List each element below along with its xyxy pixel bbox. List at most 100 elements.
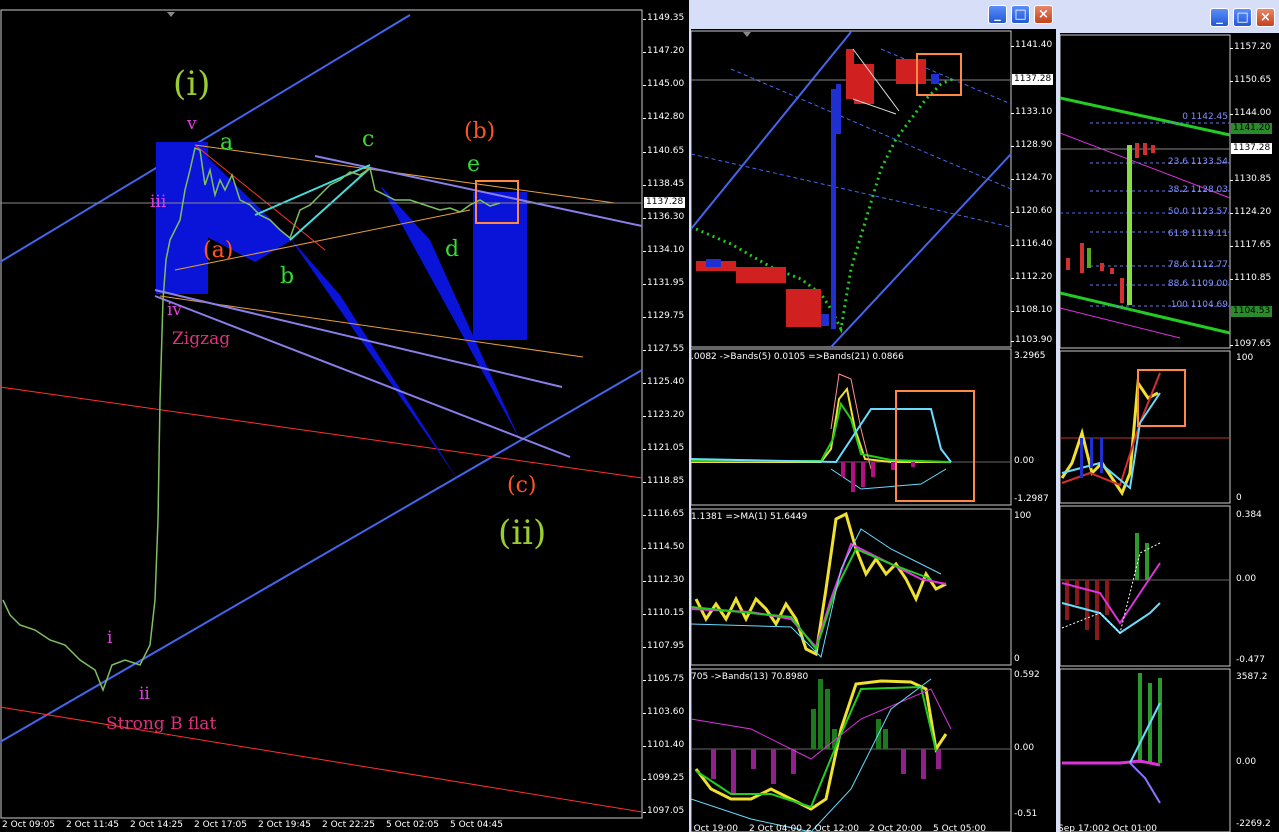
wave-label-i-small: i (107, 628, 113, 648)
mid-panel3-label: 705 ->Bands(13) 70.8980 (691, 672, 809, 682)
price-tick: 1116.40 (1010, 239, 1053, 249)
wave-label-d: d (445, 237, 460, 262)
right-minimize-button[interactable]: _ (1210, 8, 1229, 27)
price-tick: 1099.25 (642, 773, 685, 783)
price-tick: 1110.15 (642, 608, 685, 618)
price-tick: 1144.00 (1229, 108, 1272, 118)
right-panel3-axis-bottom: -2269.2 (1236, 819, 1271, 829)
wave-label-c-paren: (c) (507, 473, 537, 498)
fib-levels: 0 1142.45 23.6 1133.54 38.2 1128.03 50.0… (1158, 33, 1230, 348)
price-tick: 1138.45 (642, 179, 685, 189)
price-tick: 1134.10 (642, 245, 685, 255)
price-tick: 1124.20 (1229, 207, 1272, 217)
mid-price-chart[interactable] (691, 29, 1056, 832)
fib-level: 23.6 1133.54 (1167, 157, 1228, 167)
price-tick: 1101.40 (642, 740, 685, 750)
right-candles (1066, 143, 1155, 305)
price-tick: 1150.65 (1229, 75, 1272, 85)
right-panel2-axis-bottom: -0.477 (1236, 655, 1266, 665)
mid-panel3-axis-top: 0.592 (1014, 670, 1040, 680)
time-tick: 5 Oct 05:00 (933, 824, 986, 832)
price-tick: 1112.20 (1010, 272, 1053, 282)
fib-level: 0 1142.45 (1182, 112, 1228, 122)
mid-panel2-axis-bottom: 0 (1014, 654, 1020, 664)
right-panel2-axis-top: 0.384 (1236, 510, 1262, 520)
time-tick: 2 Oct 19:45 (258, 820, 311, 830)
time-tick: 2 Oct 22:25 (322, 820, 375, 830)
price-tick: 1123.20 (642, 410, 685, 420)
price-tick: 1145.00 (642, 79, 685, 89)
right-panel2-axis-zero: 0.00 (1236, 574, 1257, 584)
wave-label-ii-small: ii (139, 684, 150, 704)
price-tick: 1116.65 (642, 509, 685, 519)
mid-panel1-label: .0082 ->Bands(5) 0.0105 =>Bands(21) 0.08… (691, 352, 904, 362)
price-tick: 1112.30 (642, 575, 685, 585)
mid-minimize-button[interactable]: _ (988, 5, 1007, 24)
mid-maximize-button[interactable]: □ (1011, 5, 1030, 24)
price-tick: 1118.85 (642, 476, 685, 486)
mid-time-axis: 2 Oct 19:00 2 Oct 04:00 2 Oct 12:00 2 Oc… (691, 824, 1011, 832)
main-time-axis: 2 Oct 09:05 2 Oct 11:45 2 Oct 14:25 2 Oc… (0, 820, 642, 832)
main-price-chart[interactable] (0, 0, 689, 832)
right-current-price-tag: 1137.28 (1231, 143, 1273, 154)
right-panel3-axis-zero: 0.00 (1236, 757, 1257, 767)
main-chart-window[interactable]: 1149.35 1147.20 1145.00 1142.80 1140.65 … (0, 0, 689, 832)
price-tick: 1125.40 (642, 377, 685, 387)
right-green-price-bottom: 1104.53 (1231, 306, 1273, 317)
price-tick: 1114.50 (642, 542, 685, 552)
price-tick: 1120.60 (1010, 206, 1053, 216)
price-tick: 1142.80 (642, 112, 685, 122)
time-tick: 2 Oct 14:25 (130, 820, 183, 830)
mid-panel3-axis-bottom: -0.51 (1014, 809, 1038, 819)
mid-current-price-tag: 1137.28 (1012, 74, 1054, 85)
mid-panel2-label: 1.1381 =>MA(1) 51.6449 (691, 512, 808, 522)
right-close-button[interactable]: × (1256, 8, 1275, 27)
price-tick: 1097.05 (642, 806, 685, 816)
right-chart-window[interactable]: 1157.20 1150.65 1144.00 1130.85 1124.20 … (1060, 33, 1279, 832)
fib-level: 78.6 1112.77 (1167, 260, 1228, 270)
fib-level: 38.2 1128.03 (1167, 185, 1228, 195)
right-panel3-axis-top: 3587.2 (1236, 672, 1268, 682)
mid-panel1-axis-bottom: -1.2987 (1014, 494, 1049, 504)
time-tick: 5 Oct 04:45 (450, 820, 503, 830)
time-tick: 2 Oct 17:05 (194, 820, 247, 830)
wave-label-ii-big: (ii) (498, 513, 547, 553)
fib-level: 88.6 1109.00 (1167, 279, 1228, 289)
mid-chart-window[interactable]: 1141.40 1133.10 1128.90 1124.70 1120.60 … (691, 29, 1056, 832)
price-tick: 1107.95 (642, 641, 685, 651)
price-tick: 1124.70 (1010, 173, 1053, 183)
price-tick: 1108.10 (1010, 305, 1053, 315)
time-tick: 2 Oct 12:00 (806, 824, 859, 832)
time-tick: Sep 17:00 (1060, 824, 1104, 832)
price-tick: 1133.10 (1010, 107, 1053, 117)
wave-label-zigzag: Zigzag (172, 329, 231, 349)
wave-label-b: b (280, 264, 295, 289)
wave-label-b-paren: (b) (464, 119, 496, 144)
wave-label-iii: iii (150, 192, 167, 212)
time-tick: 2 Oct 04:00 (749, 824, 802, 832)
main-price-axis: 1149.35 1147.20 1145.00 1142.80 1140.65 … (642, 10, 689, 820)
price-tick: 1157.20 (1229, 42, 1272, 52)
right-green-price-top: 1141.20 (1231, 123, 1273, 134)
price-tick: 1141.40 (1010, 40, 1053, 50)
wave-label-a-paren: (a) (203, 238, 234, 263)
right-maximize-button[interactable]: □ (1233, 8, 1252, 27)
current-price-tag: 1137.28 (644, 197, 686, 208)
price-tick: 1121.05 (642, 443, 685, 453)
wave-label-v: v (187, 114, 197, 134)
wave-label-e: e (467, 152, 481, 177)
price-tick: 1147.20 (642, 46, 685, 56)
fib-level: 100 1104.69 (1170, 300, 1228, 310)
time-tick: 2 Oct 09:05 (2, 820, 55, 830)
price-tick: 1136.30 (642, 212, 685, 222)
price-tick: 1128.90 (1010, 140, 1053, 150)
price-tick: 1129.75 (642, 311, 685, 321)
wave-label-a: a (220, 130, 234, 155)
fib-level: 50.0 1123.57 (1167, 207, 1228, 217)
wave-label-strong-b-flat: Strong B flat (106, 714, 217, 734)
fib-level: 61.8 1119.11 (1167, 229, 1228, 239)
mid-close-button[interactable]: × (1034, 5, 1053, 24)
price-tick: 1110.85 (1229, 273, 1272, 283)
right-time-axis: Sep 17:00 2 Oct 01:00 (1060, 824, 1230, 832)
right-panel1-axis-top: 100 (1236, 353, 1254, 363)
